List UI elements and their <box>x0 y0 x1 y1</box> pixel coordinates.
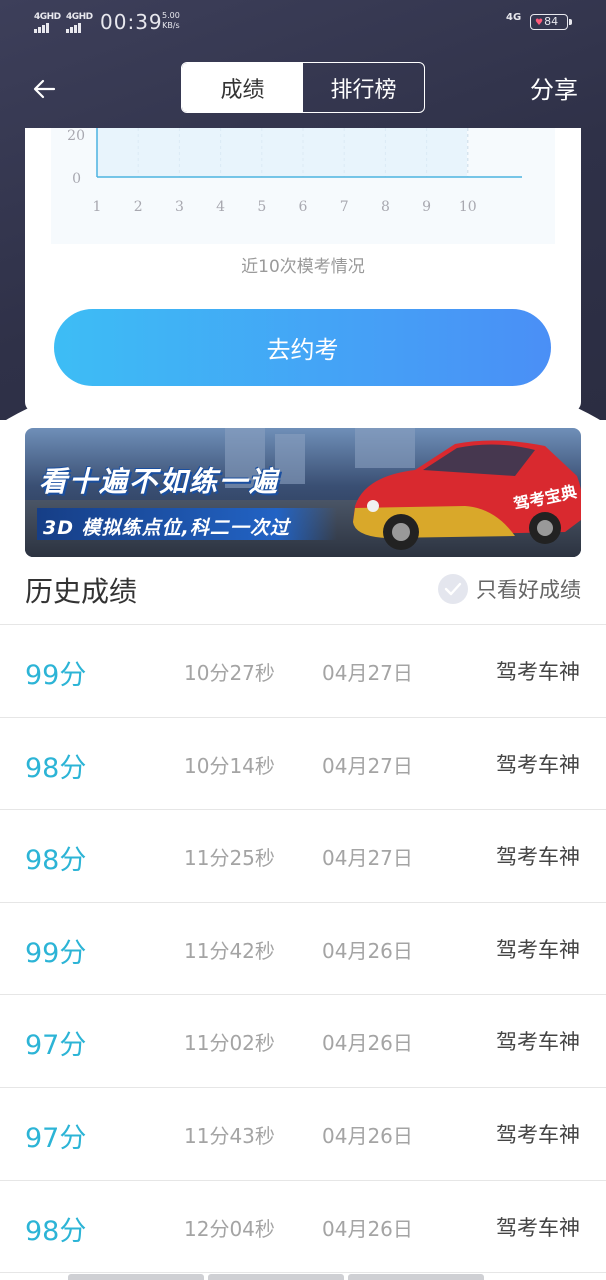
history-row[interactable]: 98分 10分14秒 04月27日 驾考车神 <box>0 718 606 811</box>
arrow-left-icon <box>33 79 56 99</box>
x-tick-label: 1 <box>93 199 102 215</box>
x-tick-label: 9 <box>422 199 431 215</box>
banner-subline: 3D 模拟练点位,科二一次过 <box>37 508 337 540</box>
duration-value: 12分04秒 <box>184 1216 275 1241</box>
chart-card: 20 0 1 2 3 4 5 6 7 8 9 10 近10次模考情况 去约考 <box>25 128 581 412</box>
car-image: 驾考宝典 <box>353 440 581 550</box>
battery-icon: ♥84 <box>530 14 572 30</box>
good-scores-filter[interactable]: 只看好成绩 <box>438 574 581 604</box>
history-row[interactable]: 99分 11分42秒 04月26日 驾考车神 <box>0 903 606 996</box>
status-time: 00:39 <box>100 10 163 34</box>
x-tick-label: 3 <box>175 199 184 215</box>
x-tick-label: 4 <box>216 199 225 215</box>
date-value: 04月26日 <box>322 938 413 963</box>
filter-label: 只看好成绩 <box>476 578 581 602</box>
back-button[interactable] <box>30 72 64 106</box>
duration-value: 10分14秒 <box>184 753 275 778</box>
score-value: 97分 <box>25 1030 87 1062</box>
rank-title: 驾考车神 <box>496 937 580 962</box>
history-title: 历史成绩 <box>25 575 138 608</box>
history-list: 99分 10分27秒 04月27日 驾考车神 98分 10分14秒 04月27日 驾考车神 98… <box>0 625 606 1274</box>
share-button[interactable]: 分享 <box>530 70 578 105</box>
duration-value: 11分25秒 <box>184 846 275 871</box>
history-row[interactable]: 97分 11分43秒 04月26日 驾考车神 <box>0 1088 606 1181</box>
checkmark-icon[interactable] <box>438 574 468 604</box>
score-value: 99分 <box>25 937 87 969</box>
score-value: 98分 <box>25 845 87 877</box>
chart-caption: 近10次模考情况 <box>241 257 365 277</box>
y-tick-label: 0 <box>72 171 81 187</box>
score-value: 98分 <box>25 752 87 784</box>
promo-banner[interactable]: 看十遍不如练一遍 3D 模拟练点位,科二一次过 驾考宝典 <box>25 428 581 557</box>
x-tick-label: 6 <box>299 199 308 215</box>
score-chart: 20 0 1 2 3 4 5 6 7 8 9 10 <box>67 128 522 215</box>
score-value: 97分 <box>25 1122 87 1154</box>
banner-headline: 看十遍不如练一遍 <box>39 465 280 498</box>
rank-title: 驾考车神 <box>496 845 580 870</box>
bottom-tab-indicator <box>68 1274 484 1280</box>
duration-value: 11分02秒 <box>184 1031 275 1056</box>
status-bar: 4GHD 4GHD 00:39 5.00 KB/s 4G ♥84 <box>0 0 606 46</box>
rank-title: 驾考车神 <box>496 1122 580 1147</box>
history-row[interactable]: 98分 11分25秒 04月27日 驾考车神 <box>0 810 606 903</box>
network-speed: 5.00 KB/s <box>162 11 180 30</box>
duration-value: 11分43秒 <box>184 1123 275 1148</box>
duration-value: 11分42秒 <box>184 938 275 963</box>
score-value: 99分 <box>25 660 87 691</box>
date-value: 04月27日 <box>322 753 413 778</box>
signal-icon: 4GHD <box>34 12 61 33</box>
book-exam-button[interactable]: 去约考 <box>54 309 551 386</box>
date-value: 04月27日 <box>322 846 413 871</box>
date-value: 04月26日 <box>322 1216 413 1241</box>
rank-title: 驾考车神 <box>496 1030 580 1055</box>
history-row[interactable]: 98分 12分04秒 04月26日 驾考车神 <box>0 1181 606 1274</box>
y-tick-label: 20 <box>67 128 85 144</box>
network-type-icon: 4G <box>506 12 522 23</box>
date-value: 04月26日 <box>322 1031 413 1056</box>
tab-scores[interactable]: 成绩 <box>182 63 303 112</box>
x-tick-label: 2 <box>134 199 143 215</box>
date-value: 04月26日 <box>322 1123 413 1148</box>
rank-title: 驾考车神 <box>496 1215 580 1240</box>
x-tick-label: 7 <box>340 199 349 215</box>
tab-ranking[interactable]: 排行榜 <box>303 63 424 112</box>
rank-title: 驾考车神 <box>496 752 580 777</box>
history-row[interactable]: 97分 11分02秒 04月26日 驾考车神 <box>0 995 606 1088</box>
score-value: 98分 <box>25 1215 87 1247</box>
date-value: 04月27日 <box>322 661 413 685</box>
duration-value: 10分27秒 <box>184 661 275 685</box>
tab-switcher: 成绩 排行榜 <box>181 62 425 113</box>
x-tick-label: 5 <box>257 199 266 215</box>
x-tick-label: 10 <box>459 199 477 215</box>
signal-icon: 4GHD <box>66 12 93 33</box>
history-row[interactable]: 99分 10分27秒 04月27日 驾考车神 <box>0 625 606 718</box>
x-tick-label: 8 <box>381 199 390 215</box>
chart-fill-area <box>97 128 467 177</box>
rank-title: 驾考车神 <box>496 660 580 684</box>
